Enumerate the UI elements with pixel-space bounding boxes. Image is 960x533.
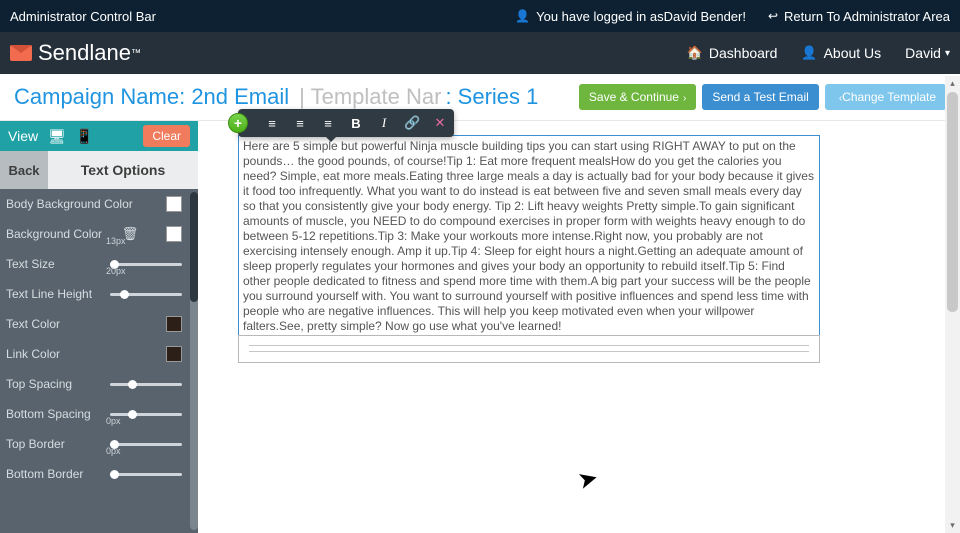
sidebar: View 🖥 📱 Clear Back Text Options Body Ba… [0, 121, 198, 533]
opt-bg-color[interactable]: Background Color 🗑 [0, 219, 198, 249]
home-icon: 🏠 [687, 45, 703, 61]
opt-body-bg-color[interactable]: Body Background Color [0, 189, 198, 219]
top-spacing-slider[interactable] [110, 383, 182, 386]
admin-control-bar: Administrator Control Bar 👤 You have log… [0, 0, 960, 32]
back-button[interactable]: Back [0, 151, 48, 189]
text-color-swatch[interactable] [166, 316, 182, 332]
text-options-heading: Text Options [48, 162, 198, 178]
body-bg-swatch[interactable] [166, 196, 182, 212]
mobile-icon[interactable]: 📱 [76, 128, 93, 145]
nav-dashboard[interactable]: 🏠 Dashboard [687, 45, 778, 61]
campaign-bar: Campaign Name: 2nd Email | Template Nar … [0, 74, 960, 121]
scroll-down-icon[interactable]: ▾ [945, 518, 960, 533]
chevron-down-icon: ▾ [945, 48, 950, 59]
opt-text-size[interactable]: Text Size 13px [0, 249, 198, 279]
user-icon: 👤 [515, 9, 530, 23]
bottom-border-slider[interactable] [110, 473, 182, 476]
main-nav: Sendlane™ 🏠 Dashboard 👤 About Us David ▾ [0, 32, 960, 74]
clear-button[interactable]: Clear [143, 125, 190, 147]
options-panel: Body Background Color Background Color 🗑… [0, 189, 198, 533]
campaign-name: Campaign Name: 2nd Email [14, 84, 289, 110]
save-continue-button[interactable]: Save & Continue› [579, 84, 696, 110]
change-template-button[interactable]: ‹Change Template [825, 84, 946, 110]
align-left-button[interactable]: ≡ [264, 116, 280, 131]
opt-top-spacing[interactable]: Top Spacing [0, 369, 198, 399]
editor-text-block[interactable]: Here are 5 simple but powerful Ninja mus… [238, 135, 820, 338]
bold-button[interactable]: B [348, 116, 364, 131]
opt-text-color[interactable]: Text Color [0, 309, 198, 339]
line-height-slider[interactable] [110, 293, 182, 296]
editor-divider-block[interactable] [238, 335, 820, 363]
scroll-up-icon[interactable]: ▴ [945, 76, 960, 91]
opt-bottom-spacing[interactable]: Bottom Spacing [0, 399, 198, 429]
desktop-icon[interactable]: 🖥 [48, 128, 66, 145]
nav-about[interactable]: 👤 About Us [801, 45, 881, 61]
person-icon: 👤 [801, 45, 817, 61]
bg-swatch[interactable] [166, 226, 182, 242]
nav-user-menu[interactable]: David ▾ [905, 45, 950, 61]
scroll-thumb[interactable] [947, 92, 958, 312]
brand[interactable]: Sendlane™ [10, 40, 141, 66]
align-center-button[interactable]: ≡ [292, 116, 308, 131]
return-icon: ↩ [768, 9, 778, 23]
align-right-button[interactable]: ≡ [320, 116, 336, 131]
editor-area: + ≡ ≡ ≡ B I 🔗 ✕ Here are 5 simple but po… [198, 121, 960, 533]
template-name-label: | Template Nar [299, 84, 441, 110]
floating-toolbar[interactable]: + ≡ ≡ ≡ B I 🔗 ✕ [238, 109, 454, 137]
return-admin-link[interactable]: ↩ Return To Administrator Area [768, 9, 950, 24]
opt-link-color[interactable]: Link Color [0, 339, 198, 369]
logged-in-status: 👤 You have logged in as David Bender! [515, 9, 746, 24]
opt-top-border[interactable]: Top Border 0px [0, 429, 198, 459]
opt-bottom-border[interactable]: Bottom Border 0px [0, 459, 198, 489]
view-label: View [8, 128, 38, 144]
admin-title: Administrator Control Bar [10, 9, 156, 24]
unlink-button[interactable]: ✕ [432, 115, 448, 131]
opt-line-height[interactable]: Text Line Height 20px [0, 279, 198, 309]
link-color-swatch[interactable] [166, 346, 182, 362]
link-button[interactable]: 🔗 [404, 115, 420, 131]
series-name: : Series 1 [445, 84, 538, 110]
italic-button[interactable]: I [376, 115, 392, 131]
sidebar-scroll-thumb[interactable] [190, 192, 198, 302]
send-test-email-button[interactable]: Send a Test Email [702, 84, 819, 110]
brand-icon [10, 45, 32, 61]
view-row: View 🖥 📱 Clear [0, 121, 198, 151]
page-scrollbar[interactable]: ▴ ▾ [945, 76, 960, 533]
add-block-button[interactable]: + [228, 113, 248, 133]
